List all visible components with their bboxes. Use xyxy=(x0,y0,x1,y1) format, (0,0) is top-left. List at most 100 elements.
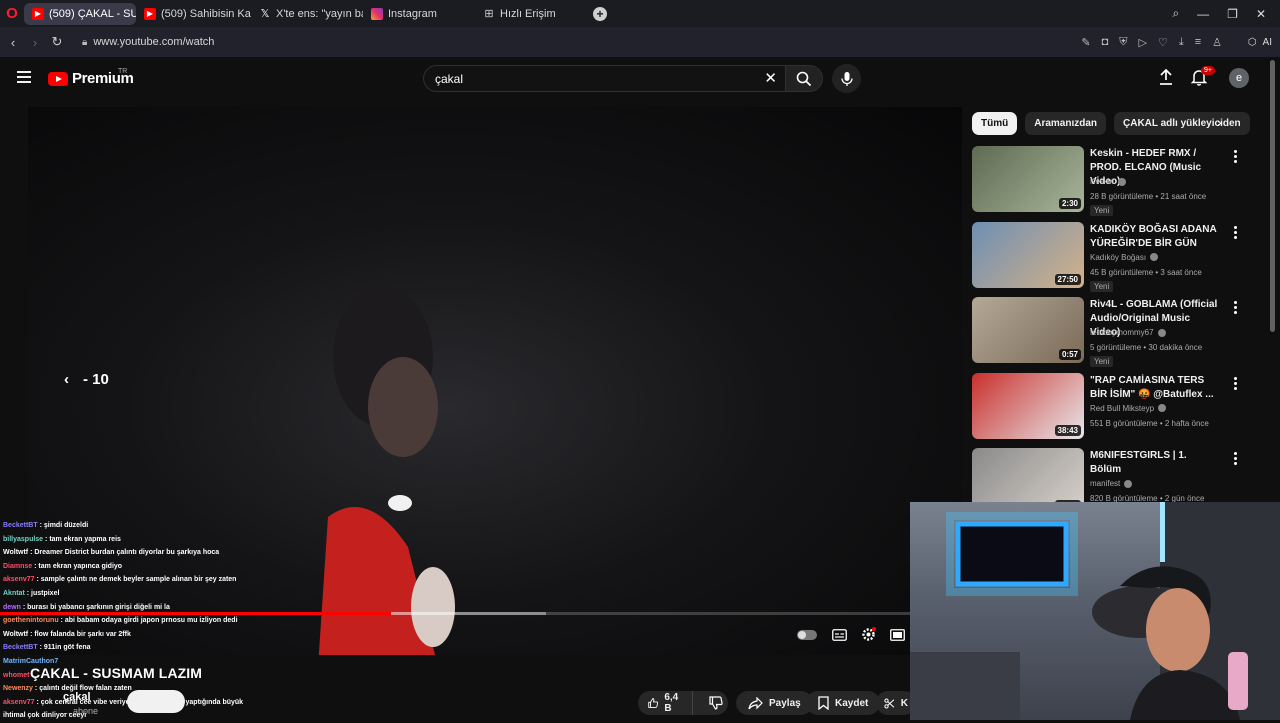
browser-tab[interactable]: Instagram xyxy=(363,3,475,25)
theater-mode-icon[interactable] xyxy=(890,628,905,641)
channel-name[interactable]: manifest xyxy=(1090,479,1133,488)
ai-label: AI xyxy=(1262,36,1272,48)
minimize-icon[interactable]: — xyxy=(1197,7,1209,21)
recommended-video[interactable]: 38:43 "RAP CAMİASINA TERS BİR İSİM" 🤬 @Ba… xyxy=(972,372,1247,449)
recommended-video[interactable]: 2:30 Keskin - HEDEF RMX / PROD. ELCANO (M… xyxy=(972,146,1247,222)
chat-username[interactable]: MatrimCauthon7 xyxy=(3,658,58,665)
chat-text: şimdi düzeldi xyxy=(43,522,89,529)
chat-username[interactable]: aksenv77 xyxy=(3,699,35,706)
chip-from-uploader[interactable]: ÇAKAL adlı yükleyiciden xyxy=(1114,111,1250,135)
video-metadata: 28 B görüntüleme • 21 saat önce xyxy=(1090,192,1207,201)
chat-username[interactable]: Woltwtf xyxy=(3,631,28,638)
like-button[interactable]: 6,4 B xyxy=(638,691,693,715)
tab-label: (509) ÇAKAL - SUSMA xyxy=(49,7,136,20)
browser-tab[interactable]: ⊞ Hızlı Erişim xyxy=(475,3,587,25)
voice-search-button[interactable] xyxy=(832,64,861,93)
subscribe-button[interactable] xyxy=(127,690,185,713)
clear-search-icon[interactable]: ✕ xyxy=(764,69,777,87)
shield-icon[interactable]: ⛨ xyxy=(1119,36,1127,49)
upload-icon xyxy=(1160,68,1172,85)
channel-name[interactable]: Kadıköy Boğası xyxy=(1090,253,1159,262)
camera-icon[interactable]: ◘ xyxy=(1102,36,1109,48)
chat-username[interactable]: goethenintorunu xyxy=(3,617,59,624)
channel-name[interactable]: Keskin xyxy=(1090,177,1127,186)
chat-message: Akntat : justpixel xyxy=(3,587,303,601)
video-title[interactable]: KADIKÖY BOĞASI ADANA YÜREĞİR'DE BİR GÜN xyxy=(1090,223,1220,251)
chevron-right-icon[interactable]: › xyxy=(1217,114,1222,130)
hamburger-menu-icon[interactable] xyxy=(17,71,31,83)
x-icon: 𝕏 xyxy=(260,8,270,20)
browser-tab[interactable]: ▶ (509) Sahibisin Kalbimin / xyxy=(136,3,251,25)
menu-icon[interactable]: ≡ xyxy=(1195,36,1201,48)
video-frame xyxy=(318,287,455,655)
ai-button[interactable]: ⬡ AI xyxy=(1244,33,1276,51)
subtitles-icon[interactable] xyxy=(832,628,847,641)
more-options-icon[interactable] xyxy=(1230,376,1240,390)
chat-message: BeckettBT : şimdi düzeldi xyxy=(3,519,303,533)
channel-name[interactable]: femboymommy67 xyxy=(1090,328,1166,337)
video-title: ÇAKAL - SUSMAM LAZIM xyxy=(30,665,203,681)
more-options-icon[interactable] xyxy=(1230,301,1240,314)
search-button[interactable] xyxy=(785,65,823,92)
maximize-icon[interactable]: ❐ xyxy=(1227,7,1238,21)
browser-tab[interactable]: 𝕏 X'te ens: "yayın başladı htt xyxy=(251,3,363,25)
recommended-video[interactable]: 0:57 Riv4L - GOBLAMA (Official Audio/Orig… xyxy=(972,297,1247,373)
video-metadata: 551 B görüntüleme • 2 hafta önce xyxy=(1090,418,1209,428)
chat-username[interactable]: Woltwtf xyxy=(3,549,28,556)
chat-username[interactable]: dewn xyxy=(3,604,21,611)
channel-name[interactable]: Red Bull Miksteyp xyxy=(1090,404,1167,413)
settings-gear-icon[interactable] xyxy=(861,627,876,642)
back-icon[interactable]: ‹ xyxy=(2,35,24,50)
save-label: Kaydet xyxy=(835,697,869,709)
chat-username[interactable]: billyaspulse xyxy=(3,536,43,543)
video-thumbnail[interactable]: 38:43 xyxy=(972,372,1084,439)
play-icon[interactable]: ▷ xyxy=(1138,36,1146,49)
share-button[interactable]: Paylaş xyxy=(736,691,813,715)
avatar[interactable]: e xyxy=(1229,68,1249,88)
profile-icon[interactable]: ♙ xyxy=(1212,36,1222,49)
page-scrollbar[interactable] xyxy=(1270,60,1275,332)
video-duration: 38:43 xyxy=(1054,424,1081,436)
chat-username[interactable]: BeckettBT xyxy=(3,522,38,529)
edit-icon[interactable]: ✎ xyxy=(1081,36,1090,49)
new-tab-button[interactable]: + xyxy=(593,6,607,21)
address-bar: ‹ › ↻ 🔒︎ www.youtube.com/watch ✎ ◘ ⛨ ▷ ♡… xyxy=(0,27,1280,57)
channel-name[interactable]: çakal xyxy=(63,691,91,703)
chip-from-search[interactable]: Aramanızdan xyxy=(1025,111,1107,135)
chat-username[interactable]: aksenv77 xyxy=(3,576,35,583)
search-tabs-icon[interactable]: ⌕ xyxy=(1172,6,1179,21)
more-options-icon[interactable] xyxy=(1230,452,1240,465)
more-options-icon[interactable] xyxy=(1230,150,1240,163)
chat-username[interactable]: Newenzy xyxy=(3,685,33,692)
chat-message: BeckettBT : 911in göt fena xyxy=(3,641,303,655)
video-thumbnail[interactable]: 2:30 xyxy=(972,146,1084,212)
chat-username[interactable]: whomet xyxy=(3,672,29,679)
recommended-video[interactable]: 27:50 KADIKÖY BOĞASI ADANA YÜREĞİR'DE BİR… xyxy=(972,221,1247,298)
video-title[interactable]: "RAP CAMİASINA TERS BİR İSİM" 🤬 @Batufle… xyxy=(1090,374,1220,402)
forward-icon[interactable]: › xyxy=(24,35,46,50)
chat-username[interactable]: Diamnse xyxy=(3,563,32,570)
video-thumbnail[interactable]: 27:50 xyxy=(972,221,1084,288)
url-field[interactable]: www.youtube.com/watch xyxy=(93,36,214,48)
video-title[interactable]: M6NIFESTGIRLS | 1. Bölüm xyxy=(1090,449,1220,477)
upload-button[interactable] xyxy=(1157,68,1175,91)
reload-icon[interactable]: ↻ xyxy=(46,34,68,50)
download-icon[interactable]: ⤓ xyxy=(1179,36,1184,49)
more-options-icon[interactable] xyxy=(1230,225,1240,239)
heart-icon[interactable]: ♡ xyxy=(1158,36,1168,49)
browser-tab[interactable]: ▶ (509) ÇAKAL - SUSMA xyxy=(24,2,136,25)
video-thumbnail[interactable]: 0:57 xyxy=(972,297,1084,363)
channel-label: femboymommy67 xyxy=(1090,328,1154,337)
youtube-play-icon xyxy=(48,71,68,86)
opera-logo-icon[interactable]: O xyxy=(0,0,24,27)
autoplay-toggle[interactable] xyxy=(797,630,817,640)
close-icon[interactable]: ✕ xyxy=(1256,7,1266,21)
video-metadata: 5 görüntüleme • 30 dakika önce xyxy=(1090,343,1203,352)
search-input[interactable]: çakal ✕ xyxy=(423,65,785,92)
save-button[interactable]: Kaydet xyxy=(806,691,881,715)
dislike-button[interactable] xyxy=(699,691,733,715)
chip-all[interactable]: Tümü xyxy=(972,111,1018,135)
chat-username[interactable]: BeckettBT xyxy=(3,644,38,651)
chat-text: burası bi yabancı şarkının girişi diğeli… xyxy=(27,603,170,611)
chat-username[interactable]: Akntat xyxy=(3,590,25,597)
